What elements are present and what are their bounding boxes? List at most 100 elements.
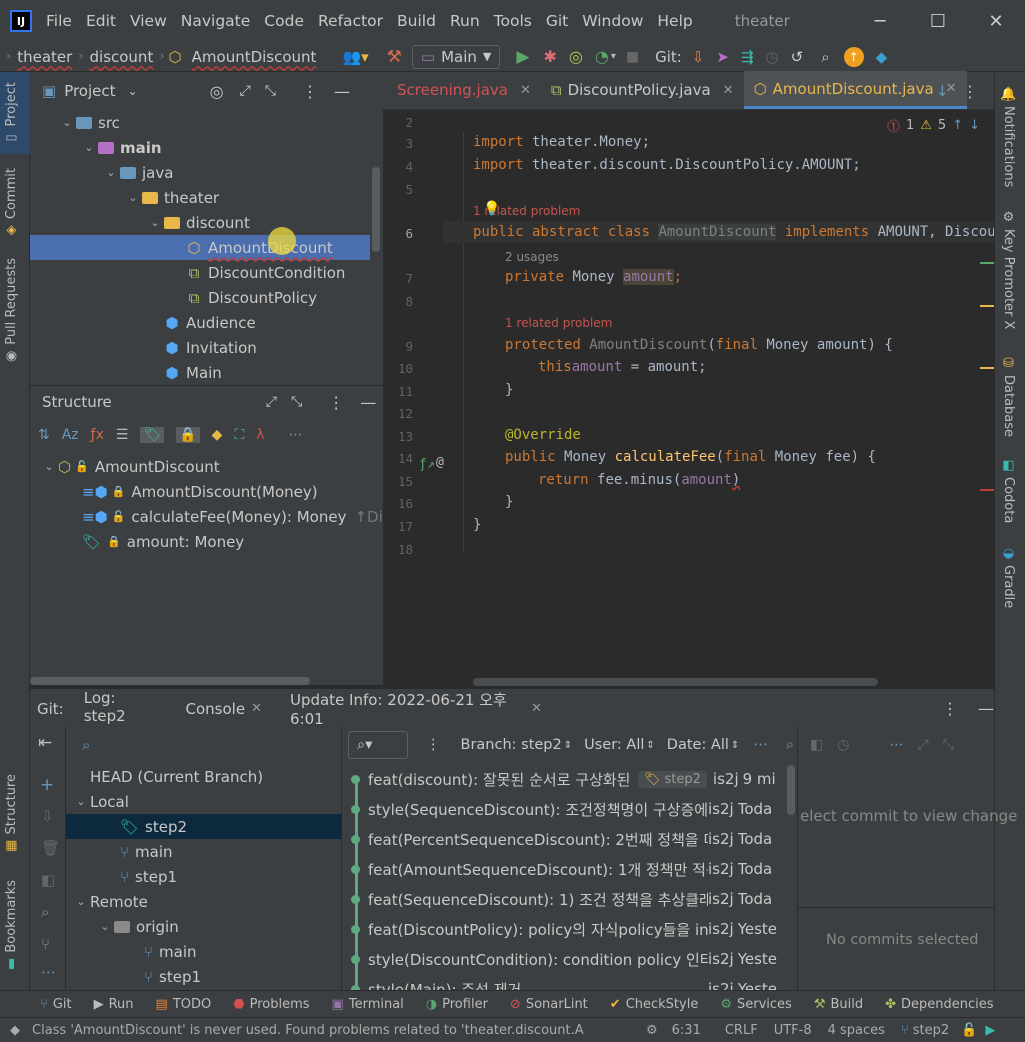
show-lambdas-icon[interactable]: ◆ — [212, 427, 223, 443]
menu-code[interactable]: Code — [264, 12, 304, 30]
sort-alpha-icon[interactable]: Az — [62, 427, 79, 443]
run-icon[interactable]: ▶ — [516, 47, 529, 67]
collapse-icon[interactable]: ⤡ — [943, 737, 954, 753]
project-panel-title[interactable]: Project — [64, 82, 115, 100]
update-project-icon[interactable]: ⇩ — [692, 48, 705, 66]
horizontal-scrollbar[interactable] — [473, 678, 878, 686]
close-tab-icon[interactable]: ✕ — [531, 701, 542, 716]
branch-item[interactable]: ⌄ Remote — [66, 889, 342, 914]
show-inherited-icon[interactable]: ƒx — [91, 427, 104, 443]
delete-icon[interactable]: 🗑 — [41, 839, 60, 857]
pull-requests-tool-tab[interactable]: ◉ Pull Requests — [4, 258, 19, 364]
menu-edit[interactable]: Edit — [86, 12, 116, 30]
chevron-down-icon[interactable]: ⌄ — [146, 216, 164, 229]
user-filter[interactable]: User: All — [584, 737, 644, 753]
chevron-down-icon[interactable]: ⌄ — [128, 84, 138, 98]
caret-position[interactable]: 6:31 — [672, 1023, 701, 1038]
chevron-down-icon[interactable]: ⌄ — [124, 191, 142, 204]
status-toggle-icon[interactable]: ◆ — [10, 1023, 20, 1038]
project-tree-item[interactable]: ⬢ Main — [30, 360, 370, 385]
menu-refactor[interactable]: Refactor — [318, 12, 383, 30]
editor-tab-1[interactable]: ⧉ DiscountPolicy.java ✕ — [541, 71, 744, 109]
line-separator[interactable]: CRLF — [725, 1023, 758, 1038]
commit-row[interactable]: feat(discount): 잘못된 순서로 구상화된 🏷 step2 is2j 9 … — [343, 764, 788, 794]
menu-view[interactable]: View — [130, 12, 167, 30]
collapse-all-icon[interactable]: ⤡ — [291, 394, 302, 410]
more-icon[interactable]: ⋯ — [753, 737, 768, 753]
run-config-selector[interactable]: ▭ Main ▼ — [411, 44, 501, 69]
database-tool-tab[interactable]: ⛁ Database — [1001, 356, 1016, 437]
chevron-down-icon[interactable]: ⌄ — [96, 920, 114, 933]
branch-search[interactable]: ⌕ — [66, 727, 341, 763]
commit-row[interactable]: feat(PercentSequenceDiscount): 2번째 정책을 다… — [343, 824, 788, 854]
branch-item[interactable]: HEAD (Current Branch) — [66, 764, 342, 789]
chevron-down-icon[interactable]: ⌄ — [102, 166, 120, 179]
autoscroll-icon[interactable]: ⛶ — [234, 427, 244, 443]
close-tab-icon[interactable]: ✕ — [251, 701, 262, 716]
maximize-icon[interactable]: ☐ — [909, 11, 967, 32]
minimize-icon[interactable]: ─ — [851, 11, 909, 32]
project-tree-item[interactable]: ⧉ DiscountPolicy — [30, 285, 370, 310]
tool-window-5[interactable]: ◑ Profiler — [426, 997, 488, 1012]
close-tab-icon[interactable]: ✕ — [723, 83, 734, 98]
lock-icon[interactable]: 🔓 — [961, 1023, 977, 1038]
hide-panel-icon[interactable]: — — [334, 82, 350, 101]
commit-row[interactable]: style(SequenceDiscount): 조건정책명이 구상증에서 is2… — [343, 794, 788, 824]
close-icon[interactable]: ✕ — [967, 11, 1025, 32]
tool-window-7[interactable]: ✔ CheckStyle — [610, 997, 699, 1012]
hide-panel-icon[interactable]: — — [360, 393, 376, 412]
debug-icon[interactable]: ✱ — [543, 47, 556, 66]
more-icon[interactable]: ⋯ — [289, 427, 303, 443]
menu-help[interactable]: Help — [657, 12, 692, 30]
structure-tool-tab[interactable]: ▦ Structure — [4, 774, 19, 853]
tab-console[interactable]: Console — [186, 700, 246, 718]
code-with-me-icon[interactable]: ▶ — [985, 1023, 995, 1038]
rollback-icon[interactable]: ↺ — [791, 48, 804, 66]
structure-item[interactable]: 🏷 🔒 amount: Money — [30, 529, 244, 554]
tool-window-0[interactable]: ⑂ Git — [40, 997, 72, 1012]
next-problem-icon[interactable]: ↓ — [969, 118, 980, 133]
menu-window[interactable]: Window — [582, 12, 643, 30]
tool-window-1[interactable]: ▶ Run — [94, 997, 134, 1012]
branch-item[interactable]: 🏷 step2 — [66, 814, 342, 839]
commit-row[interactable]: feat(SequenceDiscount): 1) 조건 정책을 추상클래스 i… — [343, 884, 788, 914]
structure-item[interactable]: ≡⬢🔓calculateFee(Money): Money↑Discou — [30, 504, 418, 529]
chevron-down-icon[interactable]: ⌄ — [72, 795, 90, 808]
tool-window-6[interactable]: ⊘ SonarLint — [510, 997, 588, 1012]
more-icon[interactable]: ⋯ — [889, 737, 903, 753]
project-tree-item[interactable]: ⧉ DiscountCondition — [30, 260, 370, 285]
tool-window-4[interactable]: ▣ Terminal — [332, 997, 404, 1012]
structure-item[interactable]: ⌄ ⬡ 🔓 AmountDiscount — [30, 454, 219, 479]
collapse-all-icon[interactable]: ⤡ — [265, 83, 276, 99]
update-icon[interactable]: ⇩ — [41, 807, 54, 825]
commit-icon[interactable]: ➤ — [716, 48, 729, 66]
expand-icon[interactable]: ⤢ — [917, 737, 928, 753]
branch-item[interactable]: ⌄ Local — [66, 789, 342, 814]
more-options-icon[interactable]: ⋮ — [426, 737, 441, 753]
profile-icon[interactable]: ◔ — [595, 47, 609, 66]
notifications-tool-tab[interactable]: 🔔 Notifications — [1001, 86, 1016, 187]
project-tool-tab[interactable]: ▭ Project — [4, 82, 19, 145]
search-icon[interactable]: ⌕ — [821, 48, 829, 66]
ide-update-icon[interactable]: ↑ — [843, 46, 864, 67]
chevron-down-icon[interactable]: ⌄ — [80, 141, 98, 154]
project-tree-item[interactable]: ⬢ Invitation — [30, 335, 370, 360]
tool-window-2[interactable]: ▤ TODO — [156, 997, 212, 1012]
breadcrumb-theater[interactable]: theater — [17, 48, 72, 66]
tab-list-arrow-icon[interactable]: ↓ — [936, 82, 949, 100]
project-tree-item[interactable]: ⌄ main — [30, 135, 370, 160]
editor-tab-2[interactable]: ⬡ AmountDiscount.java ✕ — [743, 71, 967, 109]
menu-navigate[interactable]: Navigate — [181, 12, 251, 30]
branch-item[interactable]: ⑂ main — [66, 839, 342, 864]
related-problem-hint[interactable]: 1 related problem — [505, 316, 612, 330]
close-tab-icon[interactable]: ✕ — [520, 83, 531, 98]
menu-build[interactable]: Build — [397, 12, 436, 30]
tab-update-info[interactable]: Update Info: 2022-06-21 오후 6:01 — [290, 689, 523, 728]
stop-icon[interactable]: ■ — [626, 49, 639, 65]
more-options-icon[interactable]: ⋮ — [328, 393, 344, 412]
branch-item[interactable]: ⑂ step1 — [66, 864, 342, 889]
commit-row[interactable]: style(Main): 주석 제거 is2j Yeste — [343, 974, 788, 990]
key-promoter-tool-tab[interactable]: ⚙ Key Promoter X — [1001, 210, 1016, 329]
status-message[interactable]: Class 'AmountDiscount' is never used. Fo… — [32, 1023, 632, 1038]
branch-item[interactable]: ⑂ main — [66, 939, 342, 964]
